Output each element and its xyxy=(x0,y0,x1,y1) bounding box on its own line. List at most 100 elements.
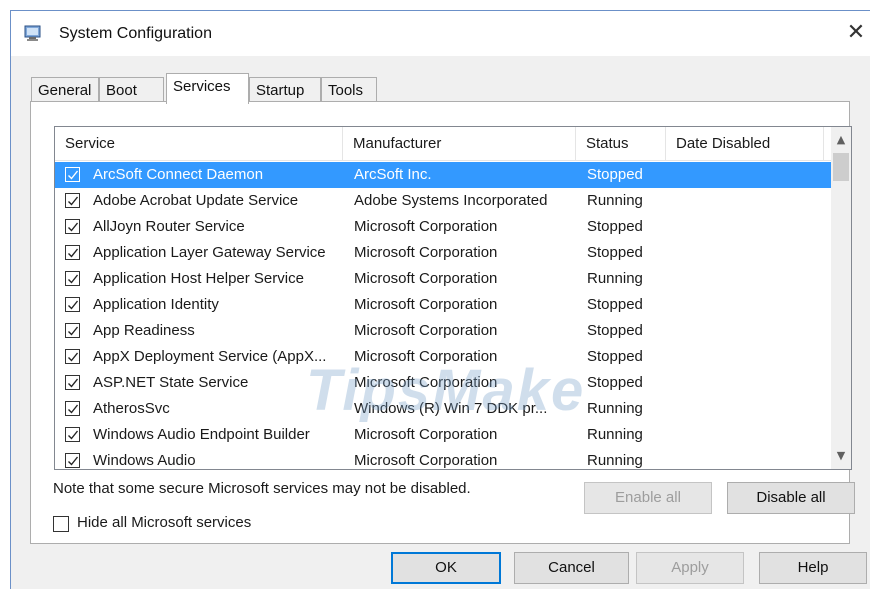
tab-boot[interactable]: Boot xyxy=(99,77,164,103)
service-checkbox[interactable] xyxy=(65,375,80,390)
table-row[interactable]: App Readiness Microsoft Corporation Stoppe… xyxy=(55,318,833,344)
checkmark-icon xyxy=(68,352,79,362)
checkmark-icon xyxy=(68,456,79,466)
checkmark-icon xyxy=(68,248,79,258)
table-row[interactable]: AtherosSvc Windows (R) Win 7 DDK pr... Run… xyxy=(55,396,833,422)
table-row[interactable]: Application Host Helper Service Microsoft… xyxy=(55,266,833,292)
column-header-status[interactable]: Status xyxy=(576,127,666,161)
table-row[interactable]: AllJoyn Router Service Microsoft Corporat… xyxy=(55,214,833,240)
service-status: Running xyxy=(587,426,643,443)
service-checkbox[interactable] xyxy=(65,245,80,260)
service-checkbox[interactable] xyxy=(65,401,80,416)
table-row[interactable]: Adobe Acrobat Update Service Adobe System… xyxy=(55,188,833,214)
service-name: ASP.NET State Service xyxy=(93,374,249,391)
table-row[interactable]: AppX Deployment Service (AppX... Microsof… xyxy=(55,344,833,370)
services-list[interactable]: Service Manufacturer Status Date Disable… xyxy=(54,126,852,470)
service-checkbox[interactable] xyxy=(65,193,80,208)
service-manufacturer: Microsoft Corporation xyxy=(354,270,498,287)
service-status: Running xyxy=(587,400,643,417)
table-row[interactable]: Application Layer Gateway Service Microso… xyxy=(55,240,833,266)
service-manufacturer: ArcSoft Inc. xyxy=(354,166,432,183)
close-icon[interactable]: ✕ xyxy=(842,19,870,47)
services-tab-panel: Service Manufacturer Status Date Disable… xyxy=(30,101,855,544)
service-status: Stopped xyxy=(587,374,643,391)
checkmark-icon xyxy=(68,430,79,440)
service-checkbox[interactable] xyxy=(65,297,80,312)
service-manufacturer: Microsoft Corporation xyxy=(354,348,498,365)
service-checkbox[interactable] xyxy=(65,453,80,468)
ok-button[interactable]: OK xyxy=(391,552,501,584)
service-manufacturer: Microsoft Corporation xyxy=(354,374,498,391)
service-manufacturer: Microsoft Corporation xyxy=(354,322,498,339)
service-checkbox[interactable] xyxy=(65,271,80,286)
checkmark-icon xyxy=(68,170,79,180)
service-name: AppX Deployment Service (AppX... xyxy=(93,348,327,365)
scroll-down-icon[interactable]: ▼ xyxy=(831,447,851,465)
service-checkbox[interactable] xyxy=(65,323,80,338)
service-name: Windows Audio Endpoint Builder xyxy=(93,426,310,443)
service-status: Stopped xyxy=(587,218,643,235)
checkmark-icon xyxy=(68,222,79,232)
service-name: Application Identity xyxy=(93,296,219,313)
table-row[interactable]: Windows Audio Microsoft Corporation Runnin… xyxy=(55,448,833,469)
service-checkbox[interactable] xyxy=(65,427,80,442)
service-status: Stopped xyxy=(587,166,643,183)
column-header-service[interactable]: Service xyxy=(55,127,343,161)
service-manufacturer: Microsoft Corporation xyxy=(354,426,498,443)
service-status: Stopped xyxy=(587,348,643,365)
scroll-thumb[interactable] xyxy=(833,153,849,181)
window-title: System Configuration xyxy=(59,25,212,42)
checkmark-icon xyxy=(68,404,79,414)
service-name: Windows Audio xyxy=(93,452,196,469)
cancel-button[interactable]: Cancel xyxy=(514,552,629,584)
service-checkbox[interactable] xyxy=(65,219,80,234)
column-header-manufacturer[interactable]: Manufacturer xyxy=(343,127,576,161)
hide-microsoft-services-checkbox[interactable] xyxy=(53,516,69,532)
service-status: Stopped xyxy=(587,244,643,261)
msconfig-app-icon xyxy=(24,25,41,41)
table-row[interactable]: Windows Audio Endpoint Builder Microsoft … xyxy=(55,422,833,448)
service-name: AllJoyn Router Service xyxy=(93,218,245,235)
enable-all-button[interactable]: Enable all xyxy=(584,482,712,514)
secure-services-note: Note that some secure Microsoft services… xyxy=(53,480,471,497)
tab-general[interactable]: General xyxy=(31,77,99,103)
service-name: App Readiness xyxy=(93,322,195,339)
list-header: Service Manufacturer Status Date Disable… xyxy=(55,127,833,161)
checkmark-icon xyxy=(68,196,79,206)
service-name: AtherosSvc xyxy=(93,400,170,417)
table-row[interactable]: Application Identity Microsoft Corporatio… xyxy=(55,292,833,318)
service-name: Adobe Acrobat Update Service xyxy=(93,192,299,209)
table-row[interactable]: ArcSoft Connect Daemon ArcSoft Inc. Stoppe… xyxy=(55,162,833,188)
service-name: Application Layer Gateway Service xyxy=(93,244,326,261)
service-manufacturer: Windows (R) Win 7 DDK pr... xyxy=(354,400,548,417)
help-button[interactable]: Help xyxy=(759,552,867,584)
vertical-scrollbar[interactable]: ▲ ▼ xyxy=(831,127,851,469)
scroll-up-icon[interactable]: ▲ xyxy=(831,131,851,149)
service-manufacturer: Microsoft Corporation xyxy=(354,218,498,235)
checkmark-icon xyxy=(68,300,79,310)
tab-startup[interactable]: Startup xyxy=(249,77,321,103)
hide-microsoft-services-label[interactable]: Hide all Microsoft services xyxy=(77,514,251,531)
service-name: Application Host Helper Service xyxy=(93,270,304,287)
checkmark-icon xyxy=(68,326,79,336)
service-manufacturer: Microsoft Corporation xyxy=(354,452,498,469)
checkmark-icon xyxy=(68,378,79,388)
service-status: Stopped xyxy=(587,322,643,339)
checkmark-icon xyxy=(68,274,79,284)
service-checkbox[interactable] xyxy=(65,167,80,182)
service-manufacturer: Adobe Systems Incorporated xyxy=(354,192,548,209)
apply-button[interactable]: Apply xyxy=(636,552,744,584)
service-manufacturer: Microsoft Corporation xyxy=(354,296,498,313)
system-configuration-window: System Configuration ✕ General Boot Serv… xyxy=(10,10,870,589)
service-status: Running xyxy=(587,270,643,287)
column-header-date-disabled[interactable]: Date Disabled xyxy=(666,127,824,161)
tab-tools[interactable]: Tools xyxy=(321,77,377,103)
title-bar[interactable]: System Configuration ✕ xyxy=(11,11,870,56)
disable-all-button[interactable]: Disable all xyxy=(727,482,855,514)
table-row[interactable]: ASP.NET State Service Microsoft Corporati… xyxy=(55,370,833,396)
service-manufacturer: Microsoft Corporation xyxy=(354,244,498,261)
service-checkbox[interactable] xyxy=(65,349,80,364)
service-status: Running xyxy=(587,452,643,469)
tab-services[interactable]: Services xyxy=(166,73,249,104)
service-status: Running xyxy=(587,192,643,209)
